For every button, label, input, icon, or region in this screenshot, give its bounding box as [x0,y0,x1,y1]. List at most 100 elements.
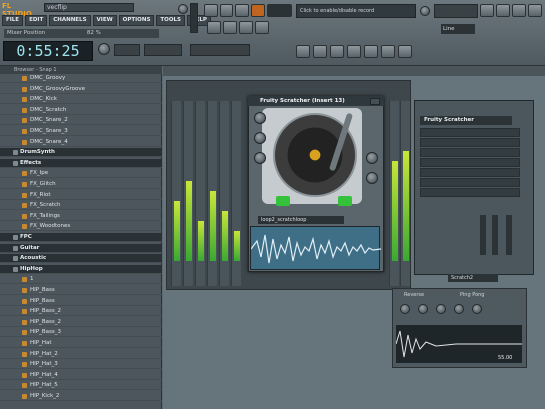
browser-file[interactable]: HIP_Bass_2 [0,318,162,327]
mixer-strip[interactable] [183,101,193,286]
master-volume-knob[interactable] [178,4,188,14]
master-label: Mixer Position [7,30,46,36]
browser-folder[interactable]: HipHop [0,264,162,274]
plugin-knob[interactable] [254,132,266,144]
tool-3[interactable] [330,45,344,58]
mixer-strip[interactable] [231,101,241,286]
pat-song-toggle[interactable] [204,4,218,17]
tool-1[interactable] [296,45,310,58]
step-sequencer-button[interactable] [496,4,510,17]
tool-4[interactable] [347,45,361,58]
blend-button[interactable] [255,21,269,34]
menu-edit[interactable]: EDIT [25,15,48,26]
browser-file[interactable]: DMC_Snare_2 [0,116,162,126]
sampler-knob[interactable] [418,304,428,314]
browser-file[interactable]: 1 [0,275,162,285]
browser-file[interactable]: HIP_Bass_3 [0,328,162,338]
scratch-left-button[interactable] [276,196,290,206]
mixer-strip[interactable] [195,101,205,286]
browser-file[interactable]: DMC_Snare_4 [0,138,162,147]
browser-file[interactable]: FX_Riot [0,191,162,200]
channel-row[interactable] [420,168,520,177]
plugin-knob[interactable] [254,112,266,124]
playlist-window-button[interactable] [480,4,494,17]
menu-tools[interactable]: TOOLS [156,15,185,26]
channel-fader[interactable] [506,215,512,255]
menu-options[interactable]: OPTIONS [118,15,155,26]
browser-file[interactable]: DMC_Scratch [0,106,162,115]
sample-name: loop2_scratchloop [258,216,344,224]
tempo-knob[interactable] [98,43,110,55]
sampler-knob[interactable] [436,304,446,314]
tool-2[interactable] [313,45,327,58]
channel-row[interactable] [420,178,520,187]
song-name-field[interactable]: vecflip [44,3,134,12]
browser-file[interactable]: DMC_GroovyGroove [0,85,162,94]
channel-row[interactable] [420,148,520,157]
record-button[interactable] [251,4,265,17]
browser-file[interactable]: FX_Woodtones [0,222,162,232]
snap-button[interactable] [207,21,221,34]
menu-channels[interactable]: CHANNELS [49,15,91,26]
tool-5[interactable] [364,45,378,58]
browser-file[interactable]: HIP_Bass [0,297,162,306]
sampler-knob[interactable] [454,304,464,314]
browser-button[interactable] [528,4,542,17]
browser-folder[interactable]: Effects [0,158,162,168]
channel-row[interactable] [420,128,520,137]
browser-file[interactable]: HIP_Bass_2 [0,307,162,317]
plugin-knob[interactable] [366,172,378,184]
metronome-button[interactable] [239,21,253,34]
browser-file[interactable]: HIP_Hat_4 [0,371,162,380]
browser-item-label: HIP_Bass_2 [30,308,61,315]
browser-file[interactable]: DMC_Kick [0,95,162,105]
scratch-right-button[interactable] [338,196,352,206]
browser-file[interactable]: FX_Scratch [0,201,162,211]
browser-item-label: Guitar [20,244,40,251]
browser-file[interactable]: FX_Glitch [0,180,162,189]
plugin-close-icon[interactable] [370,98,380,105]
plugin-knob[interactable] [366,152,378,164]
browser-file[interactable]: FX_Ipe [0,169,162,179]
tool-6[interactable] [381,45,395,58]
sampler-knob[interactable] [400,304,410,314]
browser-file[interactable]: HIP_Kick_2 [0,392,162,401]
sample-icon [22,383,27,389]
browser-file[interactable]: DMC_Snare_3 [0,127,162,136]
browser-file[interactable]: DMC_Groovy [0,74,162,83]
mixer-strip[interactable] [207,101,217,286]
channel-row[interactable] [420,138,520,147]
channel-row[interactable] [420,158,520,167]
sampler-knob[interactable] [472,304,482,314]
plugin-knob[interactable] [254,152,266,164]
channel-row[interactable] [420,188,520,197]
browser-file[interactable]: HIP_Hat_3 [0,360,162,370]
mixer-strip[interactable] [171,101,181,286]
browser-folder[interactable]: DrumSynth [0,148,162,158]
browser-file[interactable]: HIP_Hat_2 [0,350,162,359]
sample-icon [22,182,27,187]
tempo-display[interactable] [266,4,293,17]
menu-view[interactable]: VIEW [92,15,117,26]
browser-file[interactable]: FX_Tailings [0,212,162,221]
tool-7[interactable] [398,45,412,58]
play-button[interactable] [219,4,234,17]
mixer-strip[interactable] [219,101,229,286]
browser-file[interactable]: HIP_Hat_5 [0,381,162,391]
browser-folder[interactable]: FPC [0,233,162,242]
channel-fader[interactable] [480,215,486,255]
browser-folder[interactable]: Guitar [0,243,162,253]
browser-file[interactable]: HIP_Hat [0,339,162,348]
mixer-strip[interactable] [400,101,410,286]
pattern-select[interactable]: Line [441,24,475,34]
mixer-strip[interactable] [389,101,399,286]
browser-file[interactable]: HIP_Bass [0,286,162,295]
stop-button[interactable] [235,4,250,17]
channel-fader[interactable] [492,215,498,255]
master-volume-slider[interactable] [190,3,198,33]
piano-roll-button[interactable] [512,4,526,17]
menu-file[interactable]: FILE [2,15,24,26]
step-button[interactable] [223,21,237,34]
pitch-knob[interactable] [420,6,430,16]
browser-folder[interactable]: Acoustic [0,254,162,264]
